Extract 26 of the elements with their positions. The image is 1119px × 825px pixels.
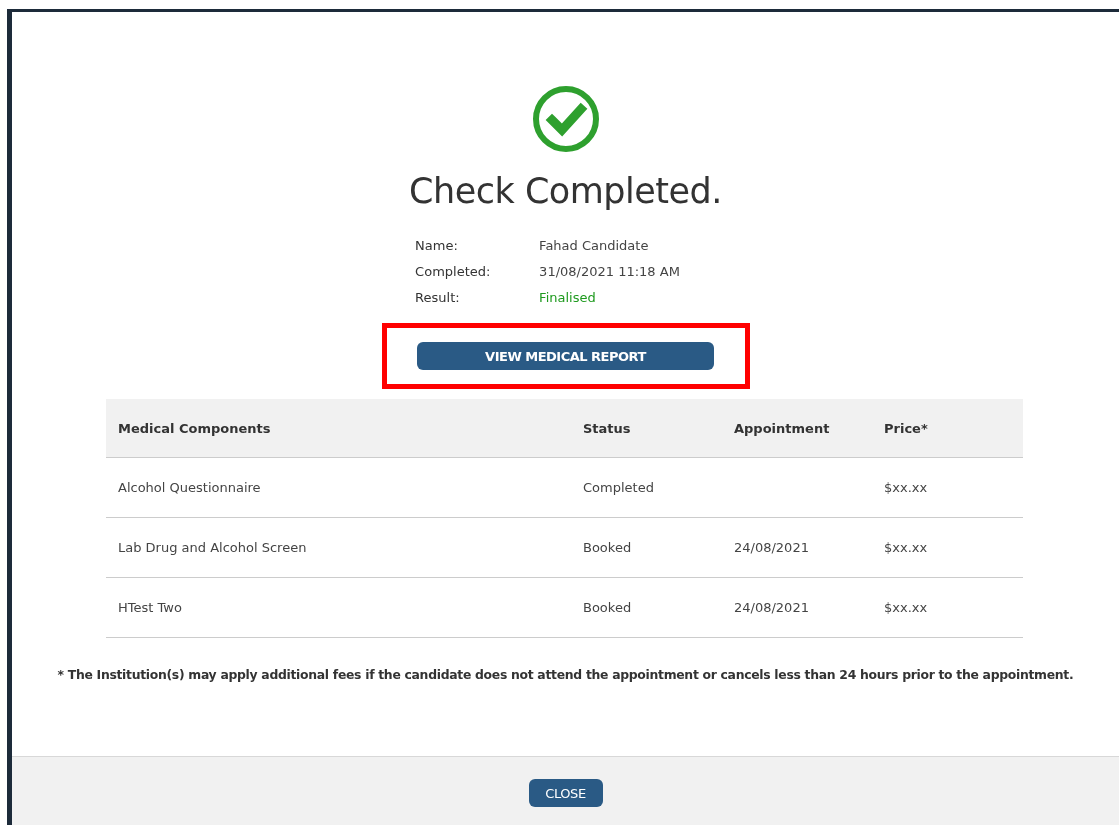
- column-header: Price*: [872, 399, 1023, 458]
- table-cell: Alcohol Questionnaire: [118, 480, 261, 495]
- column-header: Status: [571, 399, 722, 458]
- dialog-title: Check Completed.: [409, 171, 722, 211]
- table-cell: Lab Drug and Alcohol Screen: [118, 540, 307, 555]
- table-cell: 24/08/2021: [734, 600, 809, 615]
- table-cell: $xx.xx: [884, 480, 928, 495]
- view-report-button[interactable]: VIEW MEDICAL REPORT: [417, 342, 714, 370]
- table-cell: $xx.xx: [884, 600, 928, 615]
- table-cell: Booked: [583, 600, 632, 615]
- detail-value: Fahad Candidate: [539, 237, 650, 255]
- close-button[interactable]: CLOSE: [528, 779, 603, 807]
- table-cell: $xx.xx: [884, 540, 928, 555]
- check-circle-icon: [531, 85, 600, 153]
- detail-label: Name:: [415, 237, 459, 255]
- table-cell: 24/08/2021: [734, 540, 809, 555]
- detail-value: 31/08/2021 11:18 AM: [539, 263, 680, 281]
- table-cell: HTest Two: [118, 600, 182, 615]
- footnote: * The Institution(s) may apply additional fees if the candidate does not attend the appointment or cancels less than 24 hours prior to the appointment.: [57, 667, 1074, 682]
- column-header: Medical Components: [106, 399, 571, 458]
- detail-value: Finalised: [539, 289, 597, 307]
- table-cell: Completed: [583, 480, 654, 495]
- table-cell: Booked: [583, 540, 632, 555]
- detail-label: Result:: [415, 289, 461, 307]
- column-header: Appointment: [722, 399, 872, 458]
- detail-label: Completed:: [415, 263, 492, 281]
